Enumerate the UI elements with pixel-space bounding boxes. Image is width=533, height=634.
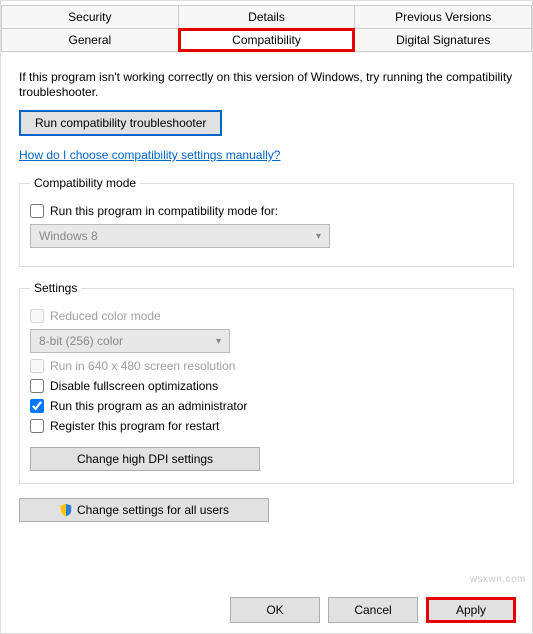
compat-mode-checkbox-label: Run this program in compatibility mode f… [50,204,278,218]
chevron-down-icon: ▾ [316,231,321,242]
manual-settings-link[interactable]: How do I choose compatibility settings m… [19,148,280,162]
run-admin-checkbox[interactable] [30,399,44,413]
register-restart-checkbox[interactable] [30,419,44,433]
tab-details[interactable]: Details [178,5,356,29]
disable-fullscreen-label: Disable fullscreen optimizations [50,379,218,393]
tab-previous-versions[interactable]: Previous Versions [354,5,532,29]
dialog-footer: OK Cancel Apply [230,597,516,623]
reduced-color-checkbox [30,309,44,323]
settings-group: Settings Reduced color mode 8-bit (256) … [19,281,514,484]
shield-icon [59,503,73,517]
chevron-down-icon: ▾ [216,336,221,347]
tab-security[interactable]: Security [1,5,179,29]
compat-mode-checkbox-row[interactable]: Run this program in compatibility mode f… [30,204,503,218]
cancel-button[interactable]: Cancel [328,597,418,623]
compat-mode-select[interactable]: Windows 8 ▾ [30,224,330,248]
settings-legend: Settings [30,281,81,295]
reduced-color-label: Reduced color mode [50,309,161,323]
disable-fullscreen-row[interactable]: Disable fullscreen optimizations [30,379,503,393]
tab-compatibility[interactable]: Compatibility [178,28,356,52]
run-troubleshooter-button[interactable]: Run compatibility troubleshooter [19,110,222,136]
tab-strip: Security Details Previous Versions Gener… [1,5,532,52]
run-640-checkbox [30,359,44,373]
run-640-label: Run in 640 x 480 screen resolution [50,359,235,373]
change-all-users-button[interactable]: Change settings for all users [19,498,269,522]
compat-mode-checkbox[interactable] [30,204,44,218]
apply-button[interactable]: Apply [426,597,516,623]
run-admin-label: Run this program as an administrator [50,399,247,413]
ok-button[interactable]: OK [230,597,320,623]
tab-digital-signatures[interactable]: Digital Signatures [354,28,532,52]
run-admin-row[interactable]: Run this program as an administrator [30,399,503,413]
disable-fullscreen-checkbox[interactable] [30,379,44,393]
compat-mode-group: Compatibility mode Run this program in c… [19,176,514,267]
change-dpi-button[interactable]: Change high DPI settings [30,447,260,471]
color-depth-value: 8-bit (256) color [39,334,123,348]
color-depth-select: 8-bit (256) color ▾ [30,329,230,353]
tab-general[interactable]: General [1,28,179,52]
reduced-color-row: Reduced color mode [30,309,503,323]
compat-mode-legend: Compatibility mode [30,176,140,190]
tab-content: If this program isn't working correctly … [1,52,532,484]
compat-mode-select-value: Windows 8 [39,229,98,243]
properties-dialog: Security Details Previous Versions Gener… [0,0,533,634]
watermark-text: wsxwn.com [470,574,526,585]
register-restart-label: Register this program for restart [50,419,219,433]
change-all-users-label: Change settings for all users [77,503,229,517]
run-640-row: Run in 640 x 480 screen resolution [30,359,503,373]
intro-text: If this program isn't working correctly … [19,70,514,100]
register-restart-row[interactable]: Register this program for restart [30,419,503,433]
